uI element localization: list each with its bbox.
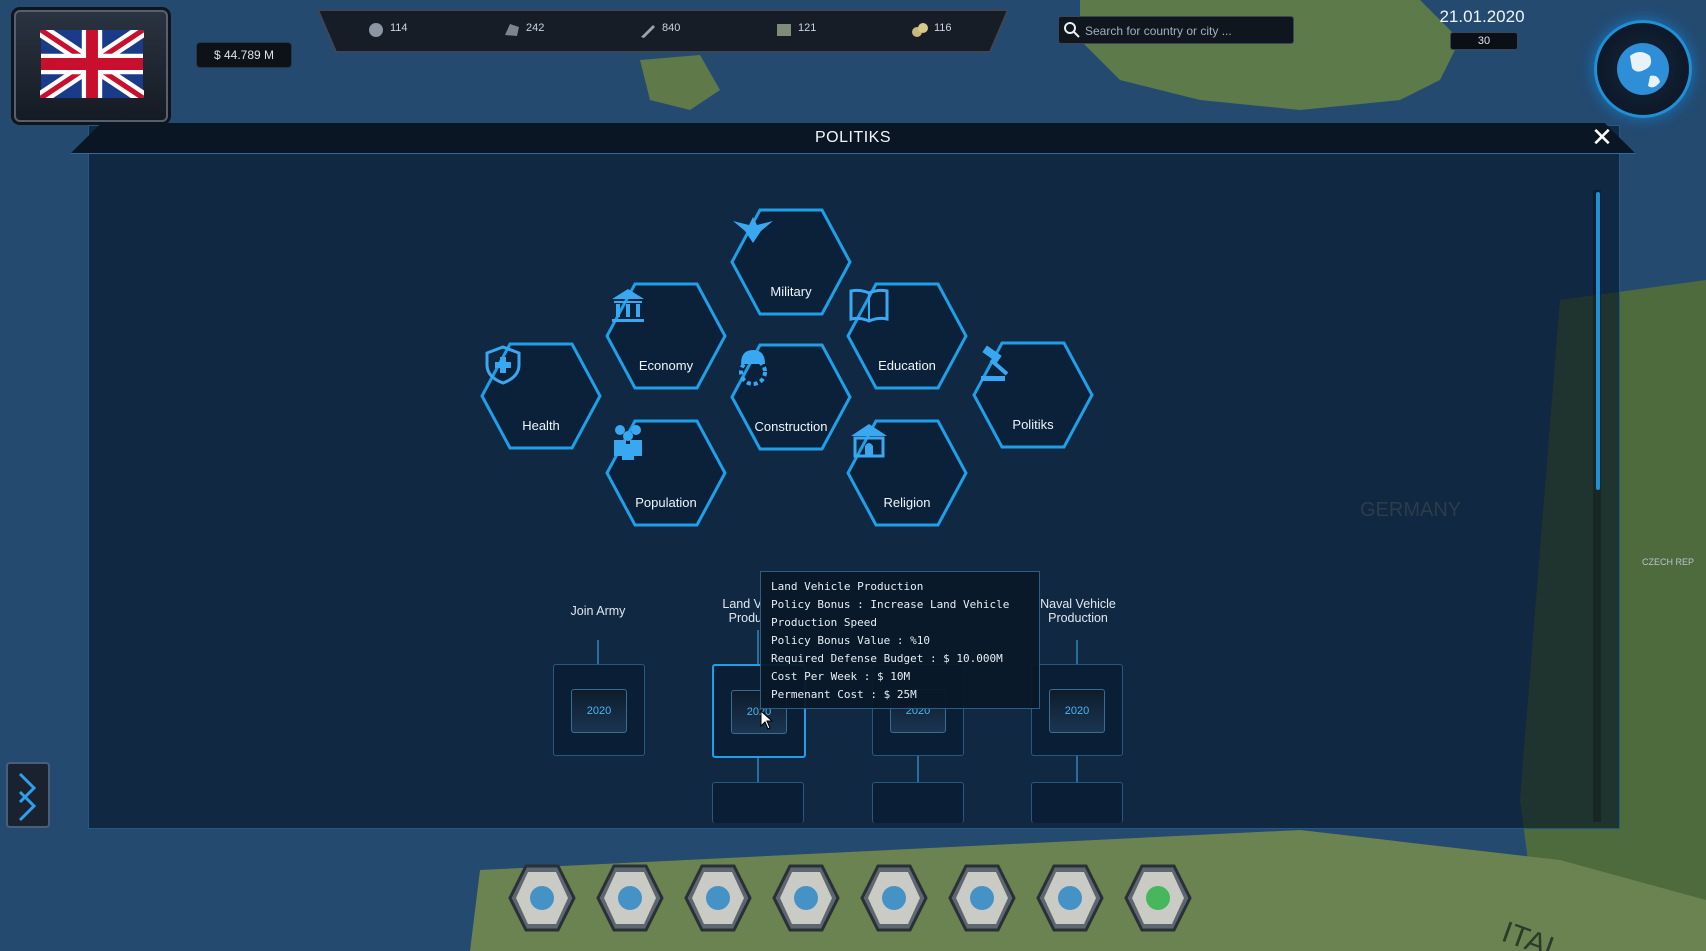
policy-tooltip: Land Vehicle Production Policy Bonus : I… <box>760 571 1040 709</box>
category-health-button[interactable]: Health <box>479 341 603 451</box>
policy-title-join-army: Join Army <box>570 604 626 618</box>
tooltip-line: Land Vehicle Production <box>771 580 924 593</box>
category-label: Health <box>522 418 560 433</box>
factory-button[interactable] <box>682 862 754 934</box>
policy-card-image: 2020 <box>1049 689 1105 733</box>
policy-card-row2-b[interactable] <box>872 782 964 823</box>
double-chevron-icon <box>18 772 37 822</box>
policy-card-row2-c[interactable] <box>1031 782 1123 823</box>
category-label: Population <box>635 495 697 510</box>
military-tower-button[interactable] <box>858 862 930 934</box>
tooltip-line: Cost Per Week : $ 10M <box>771 670 911 683</box>
temple-icon <box>851 424 887 458</box>
economy-chart-icon <box>530 886 554 910</box>
eagle-icon <box>733 217 773 243</box>
policy-card-row2-a[interactable] <box>712 782 804 823</box>
shield-cross-icon <box>485 345 521 385</box>
gavel-icon <box>981 345 1009 381</box>
scroll-document-button[interactable] <box>946 862 1018 934</box>
connector <box>1076 640 1078 664</box>
connector <box>757 630 759 664</box>
policy-card-join-army[interactable]: 2020 <box>553 664 645 756</box>
map-label-germany: GERMANY <box>1360 499 1461 521</box>
policy-title-land-vehicle: Land V Produ <box>722 597 762 625</box>
pie-chart-button[interactable] <box>1122 862 1194 934</box>
laboratory-flask-button[interactable] <box>594 862 666 934</box>
tooltip-line: Policy Bonus : Increase Land Vehicle <box>771 598 1010 611</box>
category-label: Military <box>770 284 812 299</box>
connector <box>597 640 599 664</box>
category-label: Education <box>878 358 936 373</box>
category-label: Economy <box>638 358 694 373</box>
mouse-cursor-icon <box>760 710 774 730</box>
tooltip-line: Required Defense Budget : $ 10.000M <box>771 652 1003 665</box>
category-label: Religion <box>883 495 931 510</box>
connector <box>1076 756 1078 782</box>
connector <box>757 756 759 782</box>
category-construction-button[interactable]: Construction <box>729 342 853 452</box>
hand-money-button[interactable] <box>1034 862 1106 934</box>
connector <box>917 756 919 782</box>
people-icon <box>614 425 642 460</box>
tooltip-line: Policy Bonus Value : %10 <box>771 634 930 647</box>
military-tower-icon <box>882 886 906 910</box>
category-label: Politiks <box>1012 417 1054 432</box>
scroll-document-icon <box>970 886 994 910</box>
category-politiks-button[interactable]: Politiks <box>971 340 1095 450</box>
scrollbar-thumb[interactable] <box>1596 192 1600 490</box>
category-military-button[interactable]: Military <box>729 207 853 317</box>
policy-card-image: 2020 <box>571 689 627 733</box>
world-globe-button[interactable] <box>770 862 842 934</box>
category-population-button[interactable]: Population <box>604 418 728 528</box>
category-economy-button[interactable]: Economy <box>604 281 728 391</box>
tooltip-line: Production Speed <box>771 616 877 629</box>
category-religion-button[interactable]: Religion <box>845 418 969 528</box>
hardhat-gear-icon <box>739 350 767 386</box>
tooltip-line: Permenant Cost : $ 25M <box>771 688 917 701</box>
book-icon <box>849 288 889 323</box>
laboratory-flask-icon <box>618 886 642 910</box>
pie-chart-icon <box>1146 886 1170 910</box>
category-education-button[interactable]: Education <box>845 281 969 391</box>
policy-card-naval-vehicle[interactable]: 2020 <box>1031 664 1123 756</box>
factory-icon <box>706 886 730 910</box>
world-globe-icon <box>794 886 818 910</box>
category-label: Construction <box>754 419 828 434</box>
side-menu-toggle[interactable] <box>6 762 50 828</box>
hand-money-icon <box>1058 886 1082 910</box>
bank-icon <box>612 289 644 322</box>
economy-chart-button[interactable] <box>506 862 578 934</box>
